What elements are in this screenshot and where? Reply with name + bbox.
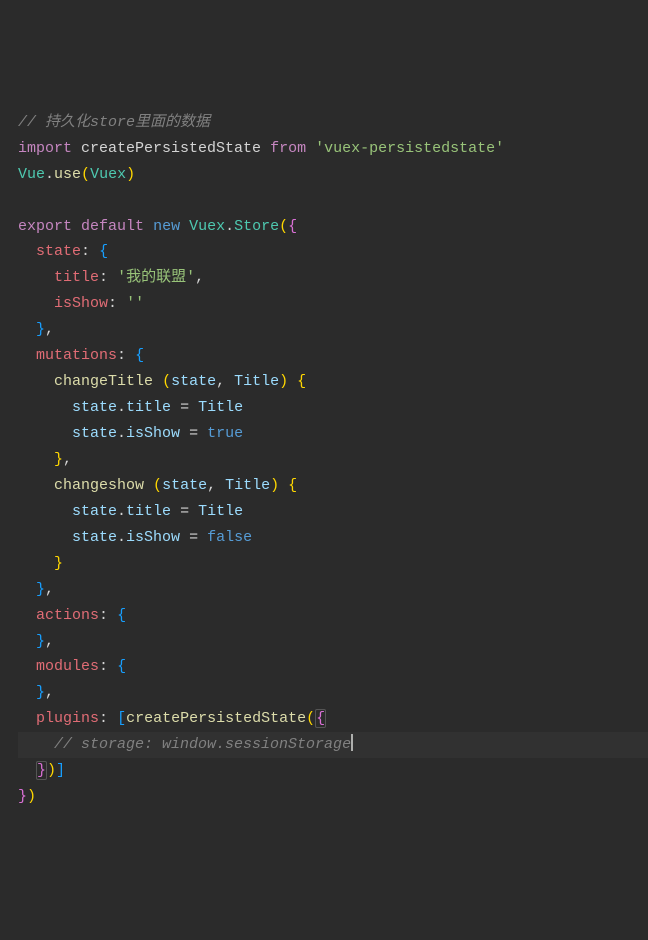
code-line: state.isShow = false: [18, 525, 648, 551]
code-line: state.isShow = true: [18, 421, 648, 447]
code-line: },: [18, 680, 648, 706]
code-line: actions: {: [18, 603, 648, 629]
code-line: },: [18, 577, 648, 603]
code-line: // 持久化store里面的数据: [18, 110, 648, 136]
code-line: },: [18, 629, 648, 655]
code-line: },: [18, 317, 648, 343]
comment: // 持久化store里面的数据: [18, 114, 210, 131]
code-line: export default new Vuex.Store({: [18, 214, 648, 240]
code-line: Vue.use(Vuex): [18, 162, 648, 188]
code-line: })]: [18, 758, 648, 784]
code-line: state: {: [18, 239, 648, 265]
code-line: changeTitle (state, Title) {: [18, 369, 648, 395]
code-line: modules: {: [18, 654, 648, 680]
code-line: isShow: '': [18, 291, 648, 317]
code-line: },: [18, 447, 648, 473]
comment: // storage: window.sessionStorage: [54, 736, 351, 753]
code-line: }): [18, 784, 648, 810]
code-line: import createPersistedState from 'vuex-p…: [18, 136, 648, 162]
code-line: state.title = Title: [18, 395, 648, 421]
code-line: state.title = Title: [18, 499, 648, 525]
code-line: mutations: {: [18, 343, 648, 369]
code-line: plugins: [createPersistedState({: [18, 706, 648, 732]
code-line: }: [18, 551, 648, 577]
code-line: [18, 188, 648, 214]
code-line: changeshow (state, Title) {: [18, 473, 648, 499]
text-cursor: [351, 734, 353, 751]
code-editor[interactable]: // 持久化store里面的数据 import createPersistedSt…: [18, 110, 648, 810]
code-line: title: '我的联盟',: [18, 265, 648, 291]
code-line-active: // storage: window.sessionStorage: [18, 732, 648, 758]
